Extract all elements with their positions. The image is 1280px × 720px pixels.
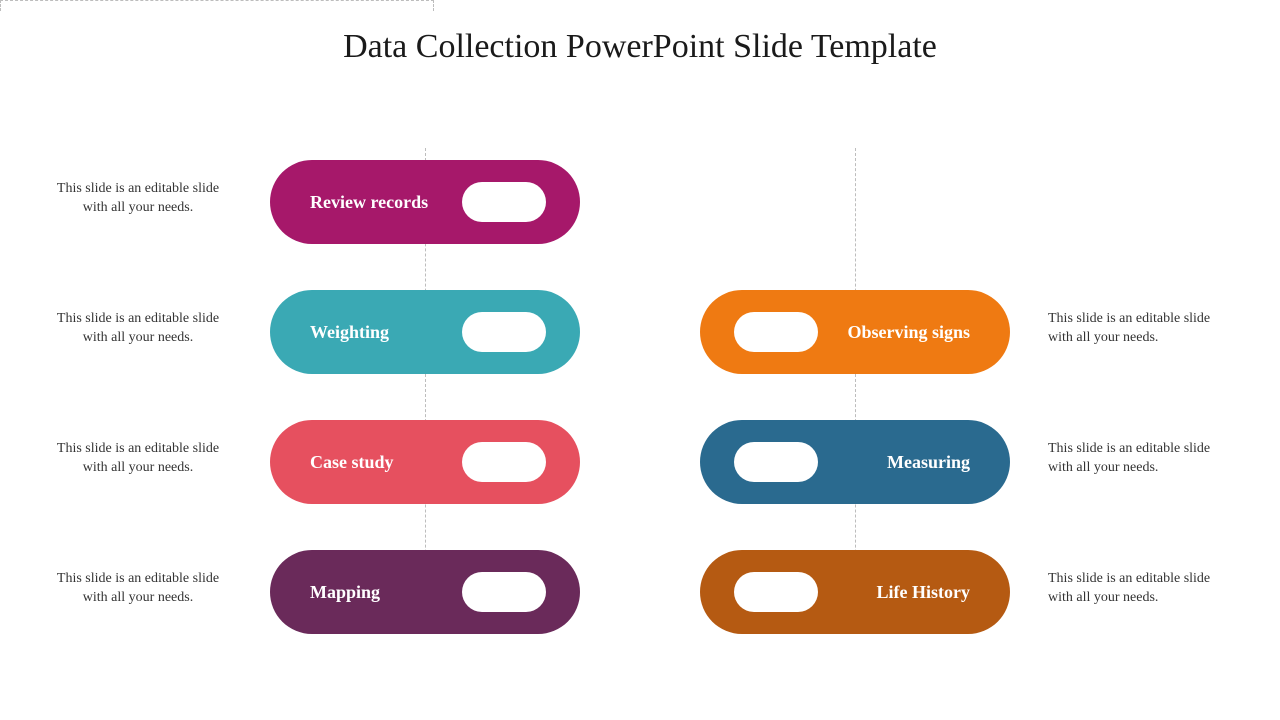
pill-slot-icon (734, 312, 818, 352)
pill-label: Review records (310, 191, 428, 214)
connector-top (0, 0, 434, 11)
caption-left-3: This slide is an editable slide with all… (48, 440, 228, 478)
pill-slot-icon (462, 442, 546, 482)
pill-slot-icon (462, 572, 546, 612)
caption-left-2: This slide is an editable slide with all… (48, 310, 228, 348)
pill-label: Measuring (887, 451, 970, 474)
pill-label: Case study (310, 451, 394, 474)
slide-title: Data Collection PowerPoint Slide Templat… (0, 28, 1280, 66)
caption-left-1: This slide is an editable slide with all… (48, 180, 228, 218)
pill-observing-signs: Observing signs (700, 290, 1010, 374)
caption-right-1: This slide is an editable slide with all… (1048, 310, 1228, 348)
pill-life-history: Life History (700, 550, 1010, 634)
pill-label: Observing signs (847, 321, 970, 344)
pill-label: Life History (877, 581, 970, 604)
pill-slot-icon (462, 312, 546, 352)
pill-weighting: Weighting (270, 290, 580, 374)
pill-case-study: Case study (270, 420, 580, 504)
pill-label: Mapping (310, 581, 380, 604)
caption-left-4: This slide is an editable slide with all… (48, 570, 228, 608)
pill-slot-icon (734, 442, 818, 482)
pill-slot-icon (734, 572, 818, 612)
caption-right-3: This slide is an editable slide with all… (1048, 570, 1228, 608)
pill-mapping: Mapping (270, 550, 580, 634)
pill-review-records: Review records (270, 160, 580, 244)
pill-measuring: Measuring (700, 420, 1010, 504)
pill-slot-icon (462, 182, 546, 222)
pill-label: Weighting (310, 321, 389, 344)
caption-right-2: This slide is an editable slide with all… (1048, 440, 1228, 478)
